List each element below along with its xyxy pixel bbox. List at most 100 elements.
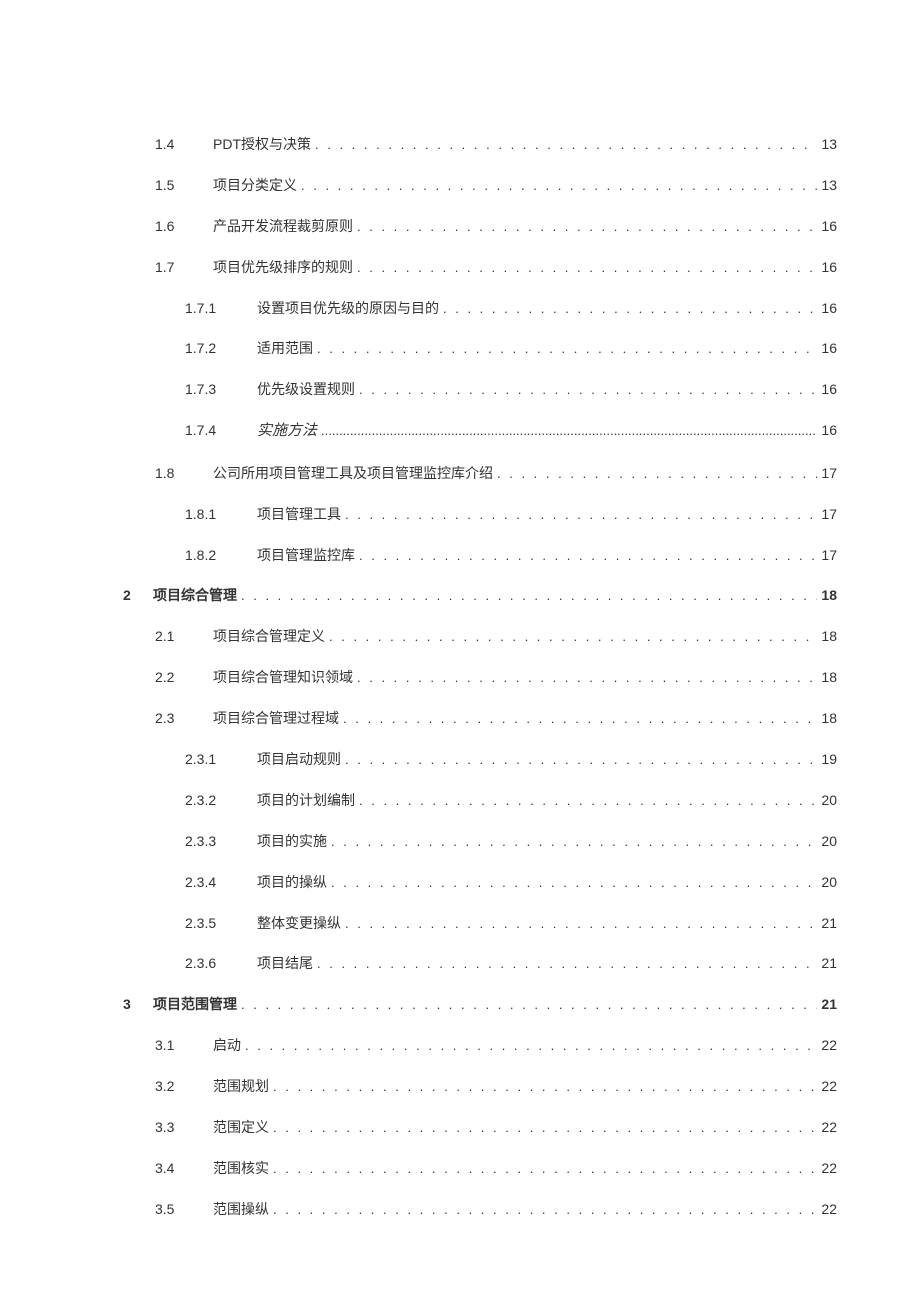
- toc-entry-page: 17: [817, 546, 837, 564]
- toc-entry[interactable]: 3.4范围核实 22: [95, 1159, 837, 1178]
- toc-entry[interactable]: 1.5项目分类定义13: [95, 176, 837, 195]
- toc-leader-dots: [355, 793, 817, 810]
- toc-entry-number: 3.4: [155, 1159, 213, 1177]
- toc-entry-title: 公司所用项目管理工具及项目管理监控库介绍: [213, 464, 493, 482]
- toc-entry[interactable]: 1.8.2项目管理监控库17: [95, 546, 837, 565]
- toc-entry-title: 范围规划: [213, 1077, 269, 1095]
- toc-entry[interactable]: 2.3.4项目的操纵 20: [95, 873, 837, 892]
- toc-entry[interactable]: 3.5范围操纵22: [95, 1200, 837, 1219]
- toc-entry-number: 3.2: [155, 1077, 213, 1095]
- toc-entry-title: 项目的操纵: [257, 873, 327, 891]
- toc-entry-number: 1.7: [155, 258, 213, 276]
- toc-entry[interactable]: 3.2范围规划 22: [95, 1077, 837, 1096]
- toc-entry-number: 2.3.4: [185, 873, 257, 891]
- toc-leader-dots: [313, 341, 817, 358]
- toc-entry-title: PDT授权与决策: [213, 135, 311, 153]
- toc-entry[interactable]: 3.3范围定义 22: [95, 1118, 837, 1137]
- toc-entry-page: 20: [817, 791, 837, 809]
- toc-entry-number: 3.5: [155, 1200, 213, 1218]
- toc-entry[interactable]: 1.8.1项目管理工具 17: [95, 505, 837, 524]
- toc-entry-number: 2.3.1: [185, 750, 257, 768]
- toc-entry-title: 项目综合管理定义: [213, 627, 325, 645]
- toc-leader-dots: [311, 137, 817, 154]
- toc-entry[interactable]: 2.2项目综合管理知识领域18: [95, 668, 837, 687]
- toc-entry-title: 启动: [213, 1036, 241, 1054]
- toc-entry-title: 范围操纵: [213, 1200, 269, 1218]
- toc-entry-page: 18: [817, 627, 837, 645]
- toc-entry-number: 1.8.2: [185, 546, 257, 564]
- toc-entry[interactable]: 1.8公司所用项目管理工具及项目管理监控库介绍17: [95, 464, 837, 483]
- toc-entry-page: 20: [817, 873, 837, 891]
- toc-entry-number: 1.5: [155, 176, 213, 194]
- toc-leader-dots: [339, 711, 817, 728]
- toc-entry[interactable]: 1.7.2适用范围16: [95, 339, 837, 358]
- toc-leader-dots: [269, 1161, 817, 1178]
- toc-leader-dots: [355, 382, 817, 399]
- toc-entry[interactable]: 1.7.3优先级设置规则16: [95, 380, 837, 399]
- toc-entry-title: 项目综合管理知识领域: [213, 668, 353, 686]
- toc-entry-number: 1.6: [155, 217, 213, 235]
- toc-entry-number: 2.3: [155, 709, 213, 727]
- toc-entry-title: 范围定义: [213, 1118, 269, 1136]
- toc-entry-number: 2.3.5: [185, 914, 257, 932]
- toc-entry-number: 2.3.3: [185, 832, 257, 850]
- toc-entry-number: 1.8.1: [185, 505, 257, 523]
- toc-entry[interactable]: 2.3.3项目的实施20: [95, 832, 837, 851]
- toc-entry-number: 1.4: [155, 135, 213, 153]
- toc-entry-number: 2.1: [155, 627, 213, 645]
- toc-entry[interactable]: 3.1启动22: [95, 1036, 837, 1055]
- toc-entry-title: 项目管理工具: [257, 505, 341, 523]
- table-of-contents: 1.4PDT授权与决策131.5项目分类定义131.6产品开发流程裁剪原则161…: [95, 135, 837, 1219]
- toc-entry-number: 1.8: [155, 464, 213, 482]
- toc-leader-dots: [313, 956, 817, 973]
- toc-entry-page: 21: [817, 995, 837, 1013]
- toc-entry[interactable]: 2.1项目综合管理定义 18: [95, 627, 837, 646]
- toc-entry[interactable]: 1.7.1设置项目优先级的原因与目的16: [95, 299, 837, 318]
- toc-entry-page: 16: [817, 217, 837, 235]
- toc-entry-number: 3.1: [155, 1036, 213, 1054]
- toc-entry[interactable]: 2.3.5整体变更操纵21: [95, 914, 837, 933]
- toc-entry-number: 1.7.2: [185, 339, 257, 357]
- toc-entry-page: 16: [817, 339, 837, 357]
- toc-entry-page: 16: [817, 299, 837, 317]
- toc-entry[interactable]: 1.7项目优先级排序的规则16: [95, 258, 837, 277]
- toc-entry-number: 3.3: [155, 1118, 213, 1136]
- toc-entry-page: 22: [817, 1077, 837, 1095]
- toc-leader-dots: [241, 1038, 817, 1055]
- toc-entry[interactable]: 2.3.1项目启动规则19: [95, 750, 837, 769]
- toc-entry[interactable]: 2.3.2项目的计划编制20: [95, 791, 837, 810]
- toc-entry-title: 项目综合管理过程域: [213, 709, 339, 727]
- toc-entry-title: 实施方法: [257, 422, 317, 442]
- toc-entry[interactable]: 2.3.6项目结尾21: [95, 954, 837, 973]
- toc-entry-page: 21: [817, 914, 837, 932]
- toc-entry-number: 1.7.3: [185, 380, 257, 398]
- toc-entry-number: 2.2: [155, 668, 213, 686]
- toc-entry-page: 16: [817, 258, 837, 276]
- toc-entry[interactable]: 1.7.4实施方法16: [95, 421, 837, 442]
- toc-leader-dots: [317, 423, 817, 440]
- toc-leader-dots: [355, 548, 817, 565]
- toc-entry-page: 17: [817, 505, 837, 523]
- toc-leader-dots: [493, 466, 817, 483]
- toc-entry-page: 22: [817, 1118, 837, 1136]
- toc-leader-dots: [341, 916, 817, 933]
- toc-leader-dots: [237, 997, 817, 1014]
- toc-entry-number: 3: [123, 995, 153, 1013]
- toc-entry-page: 22: [817, 1159, 837, 1177]
- toc-entry-title: 范围核实: [213, 1159, 269, 1177]
- toc-entry[interactable]: 2项目综合管理18: [95, 586, 837, 605]
- toc-entry-number: 1.7.4: [185, 421, 257, 439]
- toc-entry[interactable]: 1.4PDT授权与决策13: [95, 135, 837, 154]
- toc-entry[interactable]: 2.3项目综合管理过程域18: [95, 709, 837, 728]
- toc-leader-dots: [327, 834, 817, 851]
- toc-entry-title: 项目的计划编制: [257, 791, 355, 809]
- toc-entry[interactable]: 3项目范围管理 21: [95, 995, 837, 1014]
- toc-entry[interactable]: 1.6产品开发流程裁剪原则16: [95, 217, 837, 236]
- toc-entry-page: 13: [817, 176, 837, 194]
- toc-leader-dots: [353, 260, 817, 277]
- toc-leader-dots: [327, 875, 817, 892]
- toc-leader-dots: [237, 588, 817, 605]
- toc-entry-number: 1.7.1: [185, 299, 257, 317]
- toc-entry-title: 项目范围管理: [153, 995, 237, 1013]
- toc-entry-title: 项目的实施: [257, 832, 327, 850]
